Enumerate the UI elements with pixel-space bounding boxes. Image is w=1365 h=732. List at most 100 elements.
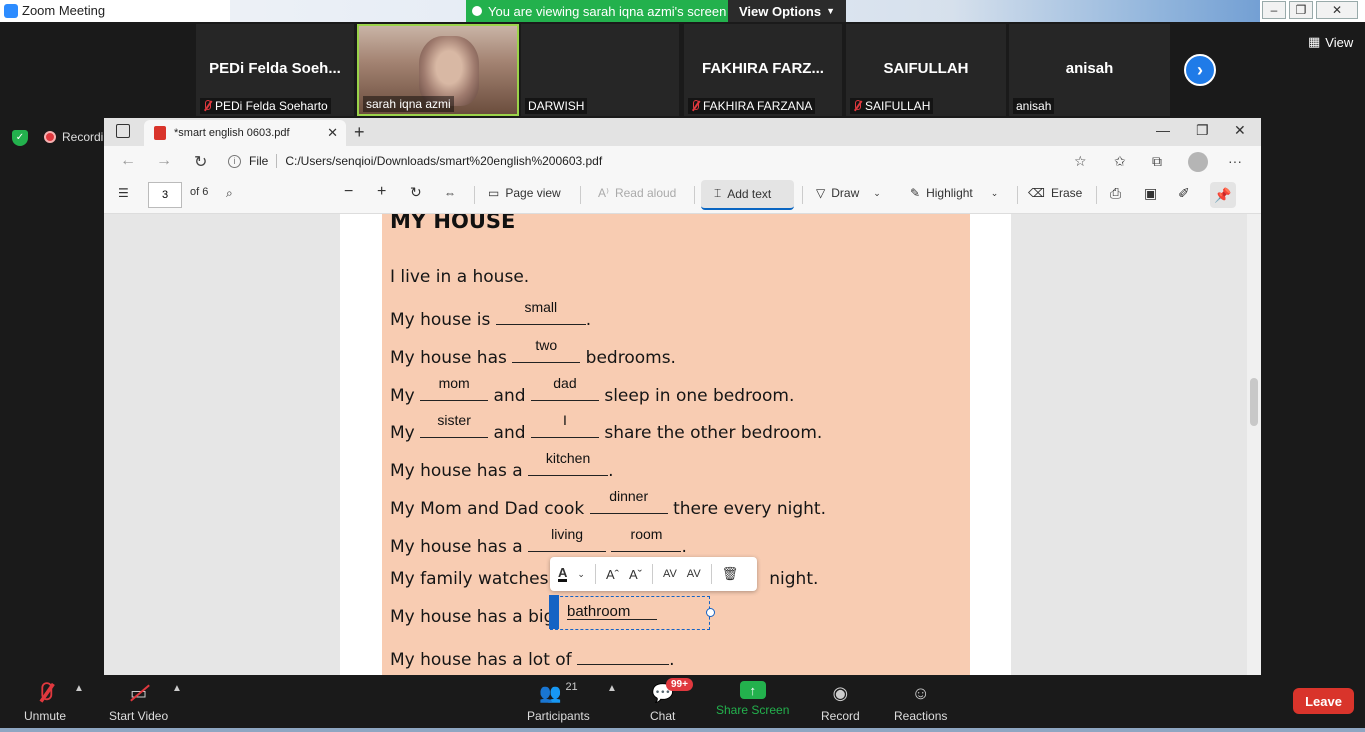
zoom-in-icon[interactable]: + bbox=[377, 183, 386, 201]
encryption-shield-icon[interactable]: ✓ bbox=[12, 130, 28, 146]
maximize-button[interactable]: ❐ bbox=[1289, 1, 1313, 19]
answer-text[interactable]: sister bbox=[420, 412, 488, 428]
unmute-button[interactable]: Unmute bbox=[24, 681, 66, 723]
audio-options-caret-icon[interactable]: ▲ bbox=[74, 683, 84, 694]
share-screen-button[interactable]: ↑ Share Screen bbox=[716, 681, 789, 717]
active-text-box[interactable]: bathroom bbox=[549, 595, 715, 630]
profile-avatar[interactable] bbox=[1188, 152, 1208, 172]
close-tab-icon[interactable]: ✕ bbox=[327, 125, 338, 141]
video-options-caret-icon[interactable]: ▲ bbox=[172, 683, 182, 694]
participant-tile[interactable]: PEDi Felda Soeh... PEDi Felda Soeharto bbox=[196, 24, 354, 116]
print-icon[interactable]: ⎙ bbox=[1110, 185, 1121, 202]
chevron-down-icon[interactable]: ⌄ bbox=[873, 188, 881, 199]
text-color-icon[interactable]: A bbox=[558, 566, 568, 582]
zoom-out-icon[interactable]: − bbox=[344, 183, 353, 201]
delete-trash-icon[interactable]: 🗑 bbox=[722, 566, 739, 582]
pin-toolbar-icon[interactable]: 📌 bbox=[1210, 182, 1236, 208]
leave-button[interactable]: Leave bbox=[1293, 688, 1354, 714]
scrollbar-thumb[interactable] bbox=[1250, 378, 1258, 426]
fit-page-icon[interactable]: ⇔ bbox=[444, 186, 456, 200]
close-button[interactable]: ✕ bbox=[1316, 1, 1358, 19]
answer-blank[interactable] bbox=[577, 645, 670, 665]
participant-tile[interactable]: anisah anisah bbox=[1009, 24, 1170, 116]
answer-blank[interactable]: two bbox=[512, 337, 581, 363]
drag-handle-icon[interactable] bbox=[549, 595, 559, 629]
answer-text[interactable]: dinner bbox=[590, 488, 668, 504]
font-size-increase-icon[interactable]: Aˆ bbox=[606, 567, 619, 582]
save-icon[interactable]: ▣ bbox=[1144, 185, 1157, 202]
favorites-icon[interactable]: ✩ bbox=[1114, 153, 1126, 170]
answer-text[interactable]: room bbox=[611, 526, 681, 542]
read-aloud-button[interactable]: A⁾ Read aloud bbox=[598, 186, 676, 200]
participant-name-tag: FAKHIRA FARZANA bbox=[688, 98, 816, 114]
participant-tile[interactable]: DARWISH bbox=[521, 24, 679, 116]
active-text-value[interactable]: bathroom bbox=[567, 603, 630, 620]
save-as-icon[interactable]: ✐ bbox=[1178, 185, 1190, 202]
back-arrow-icon[interactable]: ← bbox=[120, 152, 136, 170]
search-icon[interactable]: ⌕ bbox=[226, 186, 233, 201]
page-view-button[interactable]: ▭ Page view bbox=[488, 186, 561, 200]
answer-blank[interactable]: mom bbox=[420, 375, 489, 401]
reactions-button[interactable]: ☺ Reactions bbox=[894, 681, 947, 724]
answer-blank[interactable]: dad bbox=[530, 375, 599, 401]
page-number-input[interactable]: 3 bbox=[148, 182, 182, 208]
answer-blank[interactable]: room bbox=[611, 526, 682, 552]
minimize-button[interactable]: – bbox=[1262, 1, 1286, 19]
spacing-increase-icon[interactable]: AV bbox=[663, 568, 677, 580]
view-options-button[interactable]: View Options ▼ bbox=[728, 0, 846, 22]
draw-button[interactable]: ▽ Draw ⌄ bbox=[816, 186, 881, 200]
chat-label: Chat bbox=[650, 709, 676, 723]
forward-arrow-icon[interactable]: → bbox=[156, 152, 172, 170]
browser-close-button[interactable]: ✕ bbox=[1234, 122, 1246, 139]
line-text: . bbox=[669, 650, 675, 670]
record-button[interactable]: ◉ Record bbox=[821, 681, 860, 724]
next-page-arrow-icon[interactable]: › bbox=[1184, 54, 1216, 86]
participant-tile-active-speaker[interactable]: sarah iqna azmi bbox=[357, 24, 519, 116]
highlight-button[interactable]: ✎ Highlight ⌄ bbox=[910, 186, 998, 200]
browser-minimize-button[interactable]: — bbox=[1156, 122, 1170, 138]
participant-tile[interactable]: SAIFULLAH SAIFULLAH bbox=[846, 24, 1006, 116]
answer-text[interactable]: dad bbox=[531, 375, 599, 391]
new-tab-button[interactable]: + bbox=[354, 122, 365, 143]
view-button[interactable]: ▦ View bbox=[1308, 34, 1353, 50]
answer-blank[interactable]: I bbox=[530, 412, 599, 438]
answer-blank[interactable]: kitchen bbox=[528, 450, 609, 476]
answer-text[interactable]: living bbox=[528, 526, 606, 542]
participant-name-tag: PEDi Felda Soeharto bbox=[200, 98, 331, 114]
participant-tile[interactable]: FAKHIRA FARZ... FAKHIRA FARZANA bbox=[684, 24, 842, 116]
add-text-button[interactable]: ⌶ Add text bbox=[714, 186, 771, 201]
answer-blank[interactable]: small bbox=[495, 299, 586, 325]
rotate-icon[interactable]: ↻ bbox=[410, 184, 422, 201]
chevron-down-icon[interactable]: ⌄ bbox=[577, 569, 585, 580]
favorite-star-icon[interactable]: ☆ bbox=[1074, 153, 1087, 170]
refresh-icon[interactable]: ↻ bbox=[194, 152, 207, 172]
answer-blank[interactable]: dinner bbox=[589, 488, 668, 514]
font-size-decrease-icon[interactable]: Aˇ bbox=[629, 567, 642, 582]
erase-button[interactable]: ⌫ Erase bbox=[1028, 186, 1082, 200]
answer-text[interactable]: two bbox=[512, 337, 580, 353]
answer-text[interactable]: small bbox=[496, 299, 586, 315]
collections-icon[interactable]: ⧉ bbox=[1152, 153, 1162, 170]
browser-tab[interactable]: *smart english 0603.pdf ✕ bbox=[144, 120, 346, 146]
chevron-down-icon[interactable]: ⌄ bbox=[991, 188, 999, 199]
mic-muted-icon bbox=[853, 100, 861, 112]
info-icon[interactable]: i bbox=[228, 154, 241, 168]
contents-list-icon[interactable]: ☰ bbox=[118, 186, 129, 200]
resize-handle-icon[interactable] bbox=[706, 608, 715, 617]
more-menu-icon[interactable]: ··· bbox=[1228, 153, 1242, 169]
scrollbar[interactable] bbox=[1247, 214, 1261, 675]
participants-options-caret-icon[interactable]: ▲ bbox=[607, 683, 617, 694]
line-text: share the other bedroom. bbox=[604, 423, 823, 443]
answer-text[interactable]: mom bbox=[420, 375, 488, 391]
address-bar[interactable]: i File C:/Users/senqioi/Downloads/smart%… bbox=[228, 149, 1108, 173]
read-aloud-label: Read aloud bbox=[614, 186, 677, 200]
answer-text[interactable]: I bbox=[531, 412, 599, 428]
spacing-decrease-icon[interactable]: AV bbox=[687, 568, 701, 580]
browser-restore-button[interactable]: ❐ bbox=[1196, 122, 1209, 139]
start-video-button[interactable]: ▭ Start Video bbox=[109, 681, 168, 724]
answer-blank[interactable]: living bbox=[528, 526, 607, 552]
answer-text[interactable]: kitchen bbox=[528, 450, 608, 466]
participants-button[interactable]: 👥 21 Participants bbox=[527, 681, 590, 723]
tab-actions-icon[interactable] bbox=[116, 124, 130, 138]
answer-blank[interactable]: sister bbox=[420, 412, 489, 438]
